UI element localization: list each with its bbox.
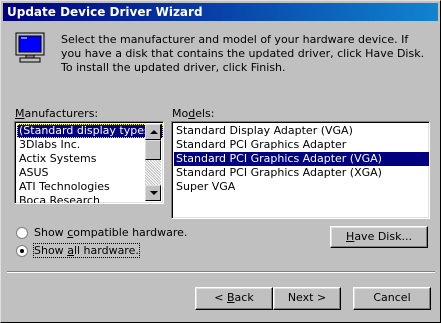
- wizard-window: Update Device Driver Wizard Select the m…: [0, 0, 441, 323]
- all-label: Show all hardware.: [33, 243, 140, 258]
- compatible-radio[interactable]: [16, 227, 28, 239]
- list-item[interactable]: Boca Research: [17, 194, 163, 203]
- list-item[interactable]: ATI Technologies: [17, 180, 163, 194]
- compatible-label: Show compatible hardware.: [34, 226, 188, 239]
- list-item[interactable]: (Standard display types): [17, 124, 163, 138]
- list-item[interactable]: ASUS: [17, 166, 163, 180]
- manufacturers-label: Manufacturers:: [15, 107, 99, 120]
- separator: [7, 271, 435, 273]
- cancel-button[interactable]: Cancel: [353, 287, 431, 310]
- next-button[interactable]: Next >: [273, 287, 341, 310]
- show-all-option[interactable]: Show all hardware.: [16, 243, 140, 258]
- scroll-thumb[interactable]: [145, 140, 161, 160]
- have-disk-button[interactable]: Have Disk...: [330, 226, 428, 248]
- title-bar[interactable]: Update Device Driver Wizard: [3, 3, 438, 21]
- list-item[interactable]: 3Dlabs Inc.: [17, 138, 163, 152]
- show-compatible-option[interactable]: Show compatible hardware.: [16, 226, 187, 240]
- scroll-up-button[interactable]: [145, 124, 161, 140]
- arrow-down-icon: [150, 191, 158, 195]
- list-item[interactable]: Standard PCI Graphics Adapter (XGA): [174, 166, 429, 180]
- all-radio[interactable]: [16, 245, 28, 257]
- manufacturers-list: (Standard display types) 3Dlabs Inc. Actix…: [15, 122, 163, 203]
- arrow-up-icon: [150, 130, 158, 134]
- list-item[interactable]: Standard Display Adapter (VGA): [174, 124, 429, 138]
- models-listbox[interactable]: Standard Display Adapter (VGA) Standard P…: [171, 121, 430, 219]
- window-title: Update Device Driver Wizard: [7, 5, 203, 19]
- list-item[interactable]: Actix Systems: [17, 152, 163, 166]
- models-label: Models:: [172, 107, 215, 120]
- back-button[interactable]: < Back: [195, 287, 273, 310]
- list-item[interactable]: Super VGA: [174, 180, 429, 194]
- manufacturers-scrollbar[interactable]: [145, 124, 161, 201]
- list-item[interactable]: Standard PCI Graphics Adapter (VGA): [174, 152, 429, 166]
- scroll-down-button[interactable]: [145, 185, 161, 201]
- monitor-icon: [15, 32, 45, 63]
- instruction-text: Select the manufacturer and model of you…: [61, 33, 425, 74]
- manufacturers-listbox[interactable]: (Standard display types) 3Dlabs Inc. Actix…: [14, 121, 164, 204]
- list-item[interactable]: Standard PCI Graphics Adapter: [174, 138, 429, 152]
- models-list: Standard Display Adapter (VGA) Standard P…: [172, 122, 429, 194]
